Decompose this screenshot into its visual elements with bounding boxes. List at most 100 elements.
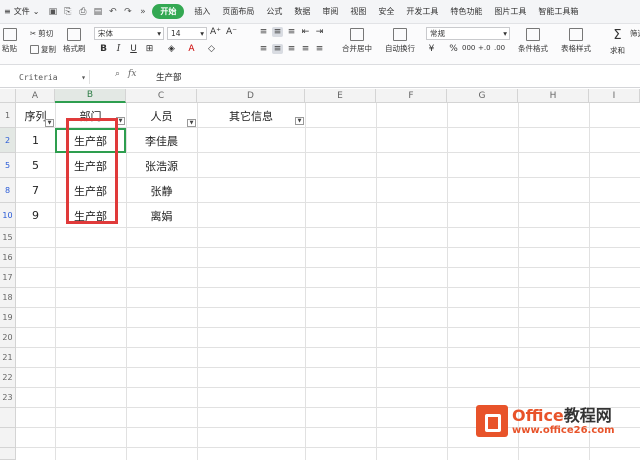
percent-icon[interactable]: % [448,44,459,54]
column-header-b[interactable]: B [55,89,126,103]
filter-dropdown-icon[interactable]: ▼ [295,117,304,125]
row-header[interactable]: 20 [0,328,16,348]
print-icon[interactable]: ⎙ [77,7,88,17]
align-top-icon[interactable]: ≡ [258,27,269,37]
justify-icon[interactable]: ≡ [300,44,311,54]
row-header[interactable]: 10 [0,203,16,228]
formula-input[interactable]: 生产部 [156,71,182,83]
more-icon[interactable]: » [137,7,148,17]
table-cell-person[interactable]: 李佳晨 [126,128,197,153]
print-preview-icon[interactable]: ▤ [92,7,103,17]
column-header-f[interactable]: F [376,89,447,103]
paste-button[interactable]: 粘贴 [2,28,17,54]
thousands-icon[interactable]: 000 [462,44,475,52]
row-header[interactable]: 18 [0,288,16,308]
copy-button[interactable]: 复制 [30,44,56,55]
table-cell-person[interactable]: 张静 [126,178,197,203]
header-cell-info[interactable]: 其它信息 [197,103,305,128]
increase-decimal-icon[interactable]: +.0 [478,44,491,52]
redo-icon[interactable]: ↷ [122,7,133,17]
indent-left-icon[interactable]: ⇤ [300,27,311,37]
filter-dropdown-icon[interactable]: ▼ [45,119,54,127]
row-header[interactable]: 23 [0,388,16,408]
clear-format-icon[interactable]: ◇ [206,44,217,54]
currency-icon[interactable]: ¥ [426,44,437,54]
row-header[interactable]: 8 [0,178,16,203]
row-header[interactable]: 15 [0,228,16,248]
tab-review[interactable]: 审阅 [316,0,344,24]
tab-picture-tools[interactable]: 图片工具 [488,0,532,24]
decrease-font-icon[interactable]: A⁻ [226,27,237,37]
tab-developer[interactable]: 开发工具 [400,0,444,24]
font-size-select[interactable]: 14 ▾ [167,27,207,40]
italic-button[interactable]: I [113,44,124,54]
table-style-button[interactable]: 表格样式 [561,28,591,54]
row-header[interactable] [0,448,16,460]
column-header-e[interactable]: E [305,89,376,103]
table-cell-person[interactable]: 离娟 [126,203,197,228]
tab-home[interactable]: 开始 [152,4,185,19]
font-color-icon[interactable]: A [186,44,197,54]
tab-smart-toolbox[interactable]: 智能工具箱 [532,0,584,24]
column-header-d[interactable]: D [197,89,305,103]
row-header[interactable]: 1 [0,103,16,128]
align-middle-icon[interactable]: ≡ [272,27,283,37]
sum-button[interactable]: Σ 求和 [610,28,625,56]
row-header[interactable]: 2 [0,128,16,153]
align-right-icon[interactable]: ≡ [286,44,297,54]
export-icon[interactable]: ⎘ [62,7,73,17]
tab-page-layout[interactable]: 页面布局 [216,0,260,24]
row-header[interactable]: 5 [0,153,16,178]
table-cell-person[interactable]: 张浩源 [126,153,197,178]
table-cell-seq[interactable]: 5 [16,153,55,178]
zoom-icon[interactable]: ⌕ [115,69,120,79]
row-header[interactable]: 16 [0,248,16,268]
filter-button[interactable]: 筛选 [630,28,640,39]
tab-formulas[interactable]: 公式 [260,0,288,24]
font-name-select[interactable]: 宋体 ▾ [94,27,164,40]
conditional-format-button[interactable]: 条件格式 [518,28,548,54]
format-painter-button[interactable]: 格式刷 [63,28,86,54]
number-format-select[interactable]: 常规 ▾ [426,27,510,40]
tab-features[interactable]: 特色功能 [444,0,488,24]
column-header-i[interactable]: I [589,89,640,103]
row-header[interactable]: 21 [0,348,16,368]
column-header-a[interactable]: A [16,89,55,103]
align-left-icon[interactable]: ≡ [258,44,269,54]
column-header-c[interactable]: C [126,89,197,103]
fx-button[interactable]: fx [128,69,136,79]
row-header[interactable]: 17 [0,268,16,288]
increase-font-icon[interactable]: A⁺ [210,27,221,37]
underline-button[interactable]: U [128,44,139,54]
save-icon[interactable]: ▣ [47,7,58,17]
tab-insert[interactable]: 插入 [188,0,216,24]
fill-color-icon[interactable]: ◈ [166,44,177,54]
row-header[interactable]: 22 [0,368,16,388]
row-header[interactable]: 19 [0,308,16,328]
file-menu[interactable]: ≡ 文件 ⌄ [0,6,43,17]
align-bottom-icon[interactable]: ≡ [286,27,297,37]
name-box[interactable]: Criteria ▾ [16,70,90,84]
select-all-corner[interactable] [0,89,16,103]
align-center-icon[interactable]: ≡ [272,44,283,54]
indent-right-icon[interactable]: ⇥ [314,27,325,37]
border-icon[interactable]: ⊞ [144,44,155,54]
tab-data[interactable]: 数据 [288,0,316,24]
table-cell-seq[interactable]: 1 [16,128,55,153]
undo-icon[interactable]: ↶ [107,7,118,17]
filter-dropdown-icon[interactable]: ▼ [187,119,196,127]
cut-button[interactable]: ✂ 剪切 [30,28,53,39]
row-header[interactable] [0,428,16,448]
tab-view[interactable]: 视图 [344,0,372,24]
bold-button[interactable]: B [98,44,109,54]
tab-security[interactable]: 安全 [372,0,400,24]
decrease-decimal-icon[interactable]: .00 [494,44,505,52]
merge-center-button[interactable]: 合并居中 [342,28,372,54]
distribute-icon[interactable]: ≡ [314,44,325,54]
table-cell-seq[interactable]: 9 [16,203,55,228]
wrap-text-button[interactable]: 自动换行 [385,28,415,54]
table-cell-seq[interactable]: 7 [16,178,55,203]
column-header-g[interactable]: G [447,89,518,103]
column-header-h[interactable]: H [518,89,589,103]
row-header[interactable] [0,408,16,428]
